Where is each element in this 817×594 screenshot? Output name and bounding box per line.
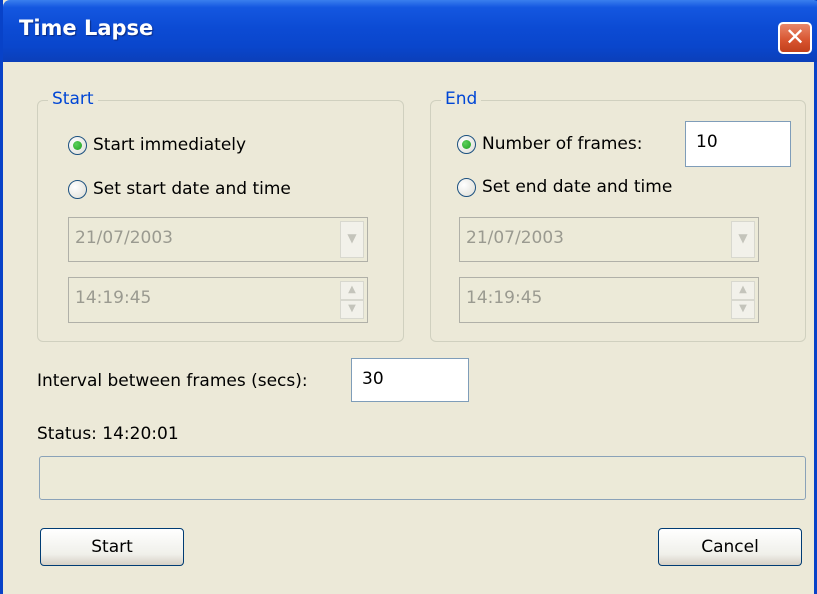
- start-time-value: 14:19:45: [75, 288, 152, 308]
- start-group-legend: Start: [48, 89, 98, 109]
- start-group: Start Start immediately Set start date a…: [37, 89, 404, 342]
- progress-bar: [39, 456, 806, 500]
- arrow-up-icon: ▲: [731, 281, 755, 300]
- close-button[interactable]: ✕: [778, 22, 812, 54]
- start-immediately-radio[interactable]: [68, 135, 87, 155]
- arrow-down-icon: ▼: [731, 300, 755, 319]
- start-datetime-option[interactable]: Set start date and time: [68, 179, 291, 199]
- start-time-spinner: 14:19:45 ▲ ▼: [68, 277, 368, 323]
- end-time-value: 14:19:45: [466, 288, 543, 308]
- interval-value: 30: [362, 369, 384, 389]
- frames-value: 10: [696, 132, 718, 152]
- title-bar[interactable]: Time Lapse ✕: [3, 0, 817, 62]
- start-immediately-label: Start immediately: [93, 135, 247, 155]
- chevron-down-icon: ▼: [340, 221, 364, 258]
- start-date-picker: 21/07/2003 ▼: [68, 217, 368, 262]
- end-date-picker: 21/07/2003 ▼: [459, 217, 759, 262]
- status-text: Status: 14:20:01: [37, 424, 179, 444]
- end-datetime-radio[interactable]: [457, 177, 476, 197]
- end-frames-radio[interactable]: [457, 134, 476, 154]
- start-button[interactable]: Start: [40, 528, 184, 566]
- start-datetime-label: Set start date and time: [93, 179, 291, 199]
- start-immediately-option[interactable]: Start immediately: [68, 135, 246, 155]
- start-datetime-radio[interactable]: [68, 179, 87, 199]
- cancel-button[interactable]: Cancel: [658, 528, 802, 566]
- end-group: End Number of frames: 10 Set end date an…: [430, 89, 806, 342]
- start-date-value: 21/07/2003: [75, 228, 173, 248]
- window-title: Time Lapse: [19, 16, 154, 40]
- end-datetime-label: Set end date and time: [482, 177, 673, 197]
- end-group-legend: End: [441, 89, 482, 109]
- chevron-down-icon: ▼: [731, 221, 755, 258]
- arrow-down-icon: ▼: [340, 300, 364, 319]
- interval-input[interactable]: 30: [351, 358, 469, 402]
- end-datetime-option[interactable]: Set end date and time: [457, 177, 672, 197]
- interval-label: Interval between frames (secs):: [37, 371, 308, 391]
- close-icon: ✕: [784, 23, 806, 51]
- end-frames-label: Number of frames:: [482, 134, 643, 154]
- end-frames-option[interactable]: Number of frames:: [457, 134, 642, 154]
- time-lapse-dialog: Time Lapse ✕ Start Start immediately Set…: [0, 0, 817, 594]
- end-time-spinner: 14:19:45 ▲ ▼: [459, 277, 759, 323]
- frames-input[interactable]: 10: [685, 121, 791, 167]
- arrow-up-icon: ▲: [340, 281, 364, 300]
- end-date-value: 21/07/2003: [466, 228, 564, 248]
